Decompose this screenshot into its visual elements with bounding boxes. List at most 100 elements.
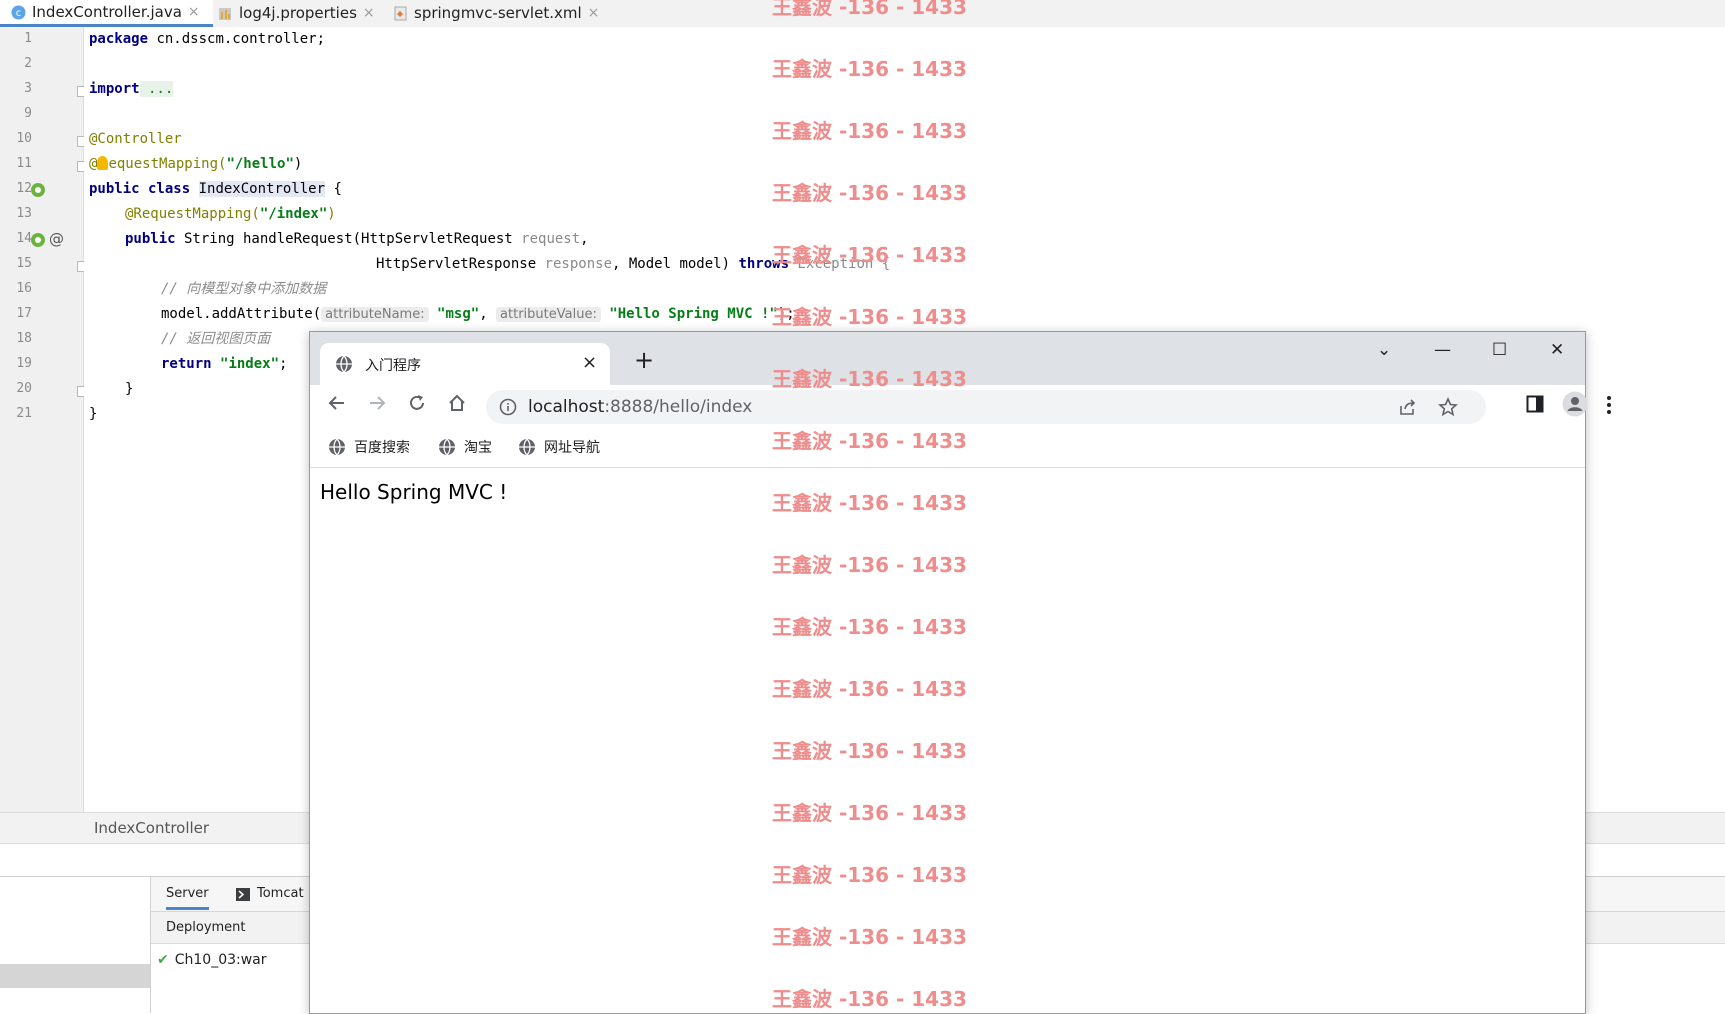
code-line-1: package cn.dsscm.controller; (89, 31, 326, 47)
code-line-11: @ equestMapping("/hello") (89, 156, 303, 172)
spring-bean-icon[interactable] (30, 182, 46, 202)
line-number: 10 (16, 131, 32, 146)
profile-avatar-icon[interactable] (1562, 391, 1588, 422)
watermark: 王鑫波 -136 - 1433 (772, 119, 967, 143)
line-number: 3 (24, 81, 32, 96)
bookmark-label: 网址导航 (544, 440, 600, 456)
terminal-icon (236, 886, 250, 905)
check-icon: ✔ (157, 952, 169, 968)
close-icon[interactable]: × (188, 4, 200, 20)
svg-text:c: c (15, 8, 21, 19)
bookmark-label: 百度搜索 (354, 440, 410, 456)
java-class-icon: c (10, 4, 26, 20)
watermark: 王鑫波 -136 - 1433 (772, 615, 967, 639)
watermark: 王鑫波 -136 - 1433 (772, 305, 967, 329)
watermark: 王鑫波 -136 - 1433 (772, 677, 967, 701)
new-tab-button[interactable]: + (634, 346, 654, 374)
globe-icon (329, 438, 345, 456)
close-tab-icon[interactable]: × (582, 352, 597, 373)
line-number: 13 (16, 206, 32, 221)
selected-tree-row[interactable] (0, 964, 150, 988)
maximize-button[interactable]: ☐ (1492, 340, 1507, 360)
reload-button[interactable] (407, 393, 427, 418)
xml-file-icon (392, 5, 408, 21)
globe-icon (439, 438, 455, 456)
parameter-hint: attributeName: (321, 307, 429, 322)
line-number: 14 (16, 231, 32, 246)
code-line-17: model.addAttribute(attributeName: "msg",… (161, 306, 795, 322)
watermark: 王鑫波 -136 - 1433 (772, 181, 967, 205)
watermark: 王鑫波 -136 - 1433 (772, 491, 967, 515)
line-number: 16 (16, 281, 32, 296)
line-number: 18 (16, 331, 32, 346)
share-icon[interactable] (1398, 397, 1418, 422)
properties-file-icon (217, 5, 233, 21)
line-number: 20 (16, 381, 32, 396)
spring-bean-icon[interactable] (30, 232, 46, 252)
watermark: 王鑫波 -136 - 1433 (772, 863, 967, 887)
tab-title: 入门程序 (365, 358, 421, 374)
back-button[interactable] (327, 393, 347, 418)
watermark: 王鑫波 -136 - 1433 (772, 57, 967, 81)
minimize-button[interactable]: — (1434, 340, 1451, 360)
tab-label: springmvc-servlet.xml (414, 4, 582, 22)
page-text: Hello Spring MVC ! (320, 480, 508, 504)
address-bar[interactable]: localhost:8888/hello/index (486, 390, 1486, 424)
parameter-hint: attributeValue: (496, 307, 601, 322)
site-info-icon[interactable] (499, 398, 517, 420)
code-line-18: // 返回视图页面 (161, 331, 271, 347)
editor-gutter: 1 2 3 9 10 11 12 13 14 15 16 17 18 19 20… (0, 27, 88, 812)
close-icon[interactable]: × (363, 5, 375, 21)
bookmark-label: 淘宝 (464, 440, 492, 456)
watermark: 王鑫波 -136 - 1433 (772, 739, 967, 763)
tab-log4j-properties[interactable]: log4j.properties × (217, 0, 375, 26)
line-number: 11 (16, 156, 32, 171)
line-number: 12 (16, 181, 32, 196)
line-number: 9 (24, 106, 32, 121)
web-endpoint-icon[interactable]: @ (49, 230, 64, 248)
tab-index-controller[interactable]: c IndexController.java × (0, 0, 213, 27)
artifact-item[interactable]: ✔ Ch10_03:war (157, 952, 267, 968)
url-text[interactable]: localhost:8888/hello/index (528, 397, 752, 417)
watermark: 王鑫波 -136 - 1433 (772, 925, 967, 949)
tab-server[interactable]: Server (166, 886, 209, 910)
code-line-13: @RequestMapping("/index") (125, 206, 336, 222)
artifact-label: Ch10_03:war (174, 952, 267, 968)
code-line-14: public String handleRequest(HttpServletR… (125, 231, 589, 247)
watermark: 王鑫波 -136 - 1433 (772, 243, 967, 267)
code-line-3: import ... (89, 81, 174, 97)
tab-tomcat-log[interactable]: Tomcat (257, 886, 304, 901)
close-window-button[interactable]: ✕ (1550, 340, 1564, 360)
bookmark-baidu[interactable]: 百度搜索 (328, 437, 410, 457)
line-number: 1 (24, 31, 32, 46)
home-button[interactable] (447, 393, 467, 418)
code-line-12: public class IndexController { (89, 181, 342, 197)
watermark: 王鑫波 -136 - 1433 (772, 801, 967, 825)
globe-icon (519, 438, 535, 456)
code-line-19: return "index"; (161, 356, 288, 372)
code-line-20: } (125, 381, 134, 397)
tab-search-button[interactable]: ⌄ (1377, 340, 1391, 360)
services-tree[interactable] (0, 877, 151, 1013)
forward-button[interactable] (367, 393, 387, 418)
code-line-10: @Controller (89, 131, 182, 147)
close-icon[interactable]: × (588, 5, 600, 21)
tab-label: IndexController.java (32, 3, 182, 21)
line-number: 19 (16, 356, 32, 371)
tab-springmvc-servlet-xml[interactable]: springmvc-servlet.xml × (392, 0, 599, 26)
watermark: 王鑫波 -136 - 1433 (772, 0, 967, 19)
side-panel-icon[interactable] (1526, 395, 1544, 418)
browser-tab[interactable]: 入门程序 × (320, 343, 610, 385)
bookmark-taobao[interactable]: 淘宝 (438, 437, 492, 457)
lightbulb-icon[interactable] (97, 156, 109, 170)
code-line-16: // 向模型对象中添加数据 (161, 281, 327, 297)
line-number: 2 (24, 56, 32, 71)
breadcrumb-item[interactable]: IndexController (94, 819, 209, 837)
bookmark-star-icon[interactable] (1438, 396, 1458, 422)
watermark: 王鑫波 -136 - 1433 (772, 429, 967, 453)
bookmark-nav[interactable]: 网址导航 (518, 437, 600, 457)
line-number: 15 (16, 256, 32, 271)
kebab-menu-icon[interactable] (1606, 395, 1612, 420)
watermark: 王鑫波 -136 - 1433 (772, 367, 967, 391)
globe-icon (335, 355, 353, 377)
